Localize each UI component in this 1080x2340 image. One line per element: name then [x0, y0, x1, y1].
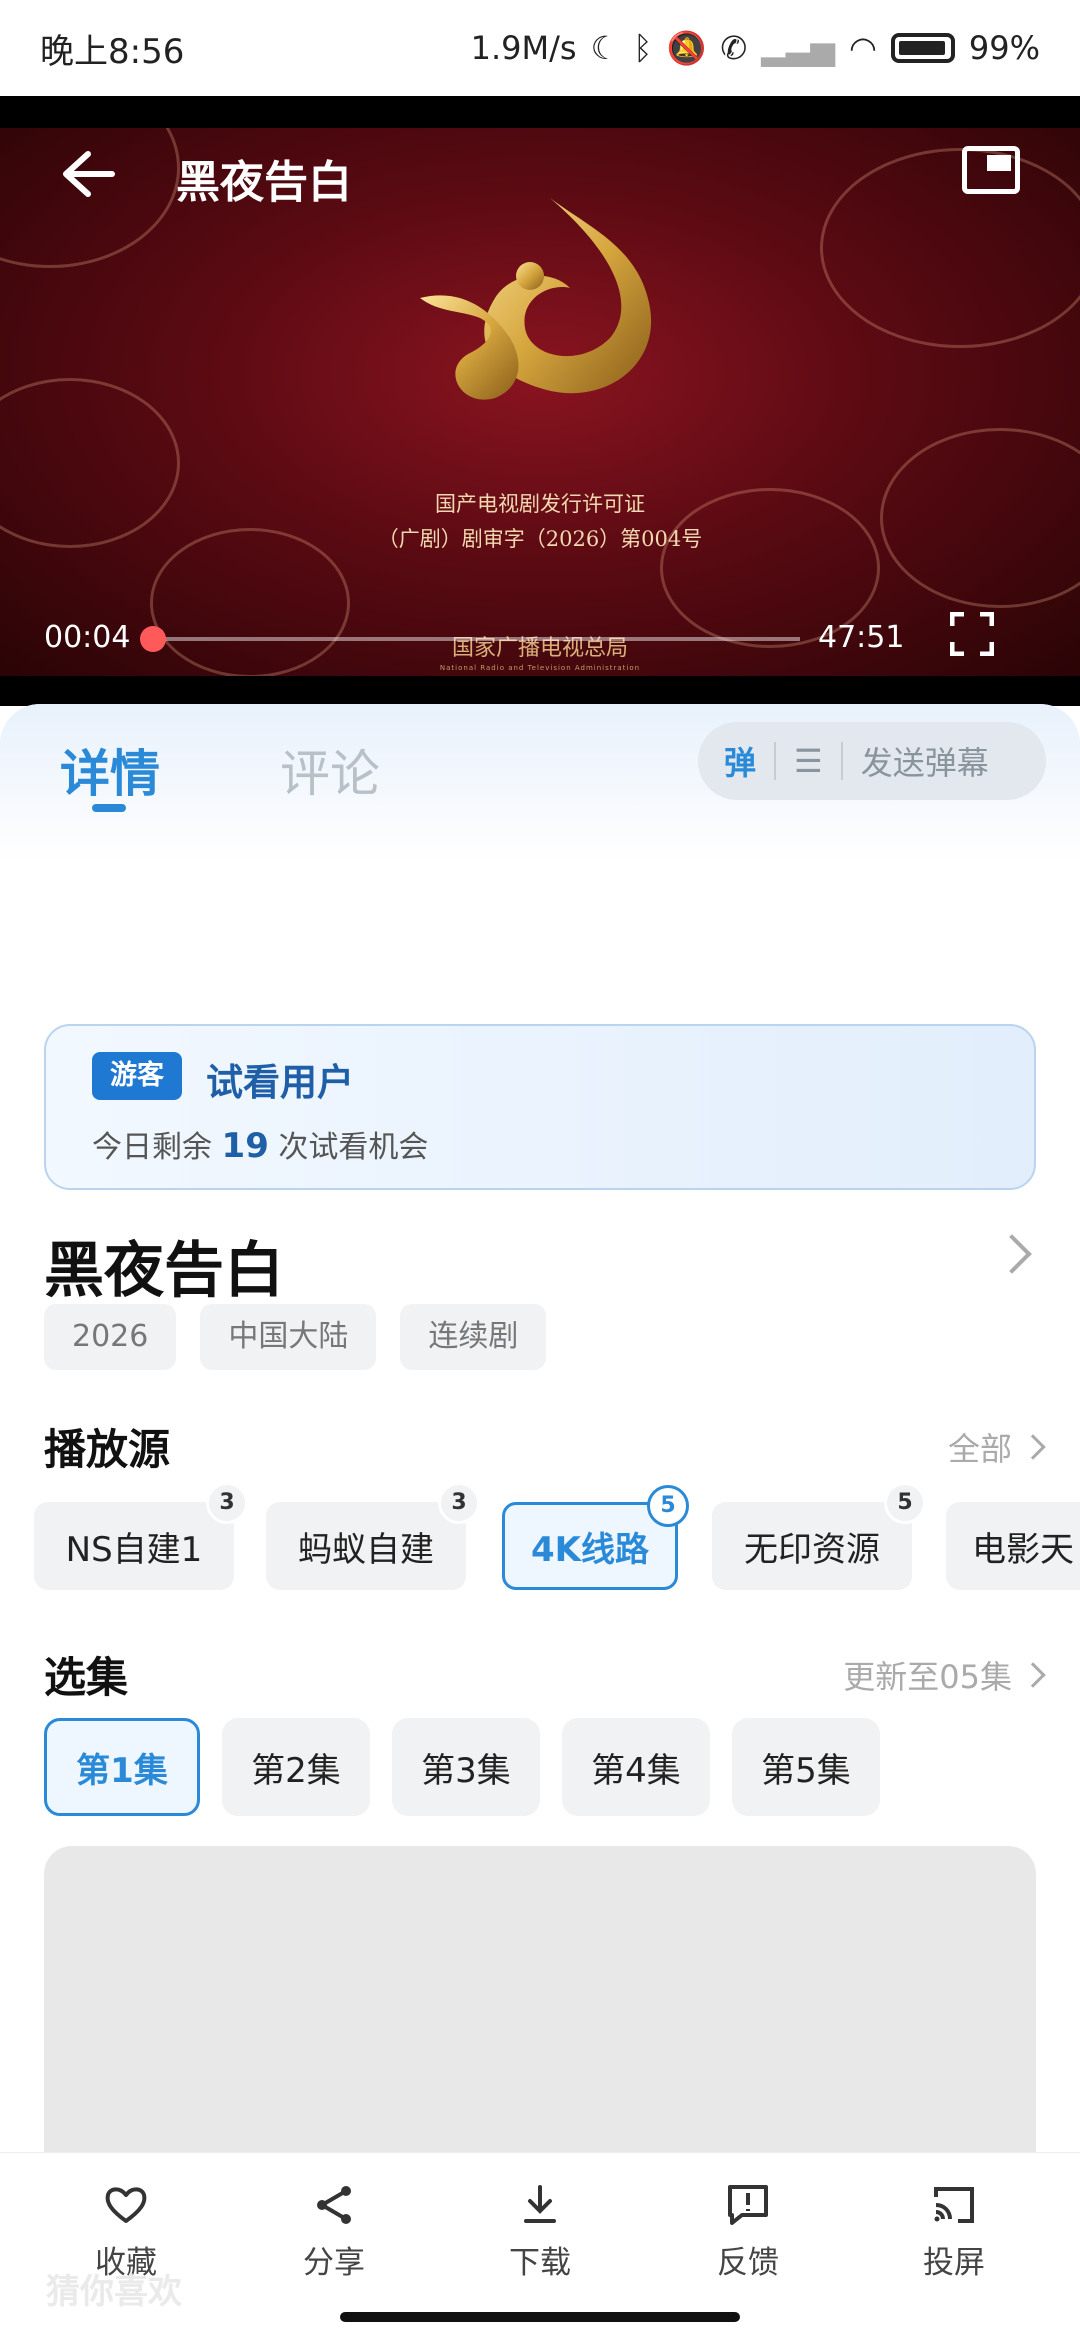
sources-heading: 播放源 — [44, 1425, 171, 1474]
divider — [840, 742, 843, 780]
trial-count: 19 — [221, 1126, 269, 1166]
share-button[interactable]: 分享 — [264, 2181, 404, 2282]
cast-label: 投屏 — [923, 2245, 985, 2281]
episode-list: 第1集 第2集 第3集 第4集 第5集 — [44, 1718, 880, 1816]
feedback-button[interactable]: 反馈 — [678, 2181, 818, 2282]
episodes-heading: 选集 — [44, 1653, 129, 1702]
detail-panel: 详情 评论 弹 ☰ 发送弹幕 游客 试看用户 今日剩余 19 次试看机会 黑夜告… — [0, 704, 1080, 2340]
source-label: 电影天 — [972, 1529, 1074, 1570]
video-frame: 国产电视剧发行许可证 （广剧）剧审字（2026）第004号 国家广播电视总局 N… — [0, 128, 1080, 676]
download-button[interactable]: 下载 — [470, 2181, 610, 2282]
tag-type: 连续剧 — [400, 1304, 547, 1370]
player-title: 黑夜告白 — [176, 157, 352, 208]
chevron-right-icon — [1020, 1434, 1046, 1460]
episodes-update-label: 更新至05集 — [843, 1658, 1012, 1696]
download-icon — [524, 2185, 556, 2223]
source-item[interactable]: NS自建1 3 — [34, 1482, 248, 1590]
trial-card: 游客 试看用户 今日剩余 19 次试看机会 — [44, 1024, 1036, 1190]
license-line-1: 国产电视剧发行许可证 — [435, 492, 645, 516]
current-time: 00:04 — [44, 620, 131, 655]
battery-percent: 99% — [968, 29, 1040, 67]
tab-indicator — [92, 804, 126, 812]
picture-in-picture-icon[interactable] — [962, 146, 1020, 194]
battery-icon — [890, 33, 955, 63]
feedback-icon — [728, 2185, 768, 2225]
danmaku-bar: 弹 ☰ 发送弹幕 — [698, 722, 1046, 800]
video-player[interactable]: 国产电视剧发行许可证 （广剧）剧审字（2026）第004号 国家广播电视总局 N… — [0, 96, 1080, 706]
trial-prefix: 今日剩余 — [92, 1130, 212, 1165]
status-bar: 晚上8:56 1.9M/s ☾ ᛒ 🔕 ✆ ▂▃▅ ◠ 99% — [0, 0, 1080, 96]
bureau-name-en: National Radio and Television Administra… — [439, 664, 641, 672]
call-icon: ✆ — [720, 29, 748, 67]
progress-knob[interactable] — [139, 626, 166, 652]
source-item[interactable]: 蚂蚁自建 3 — [266, 1482, 480, 1590]
tab-comments[interactable]: 评论 — [280, 734, 380, 806]
divider — [774, 742, 777, 780]
moon-icon: ☾ — [590, 29, 620, 67]
heart-icon — [105, 2187, 147, 2223]
trial-user-label: 试看用户 — [206, 1061, 354, 1104]
source-list: NS自建1 3 蚂蚁自建 3 4K线路 5 无印资源 5 电影天 — [0, 1482, 1080, 1592]
episode-item[interactable]: 第5集 — [732, 1718, 880, 1816]
bluetooth-icon: ᛒ — [633, 29, 653, 67]
license-line-2: （广剧）剧审字（2026）第004号 — [377, 527, 703, 551]
source-item-selected[interactable]: 4K线路 5 — [502, 1485, 689, 1590]
cloud-pattern — [880, 428, 1080, 608]
episode-item-selected[interactable]: 第1集 — [44, 1718, 200, 1816]
back-arrow-icon[interactable] — [58, 148, 118, 200]
feedback-label: 反馈 — [717, 2245, 779, 2281]
trial-suffix: 次试看机会 — [278, 1130, 429, 1165]
trial-remaining: 今日剩余 19 次试看机会 — [92, 1122, 428, 1166]
signal-icon: ▂▃▅ — [761, 29, 835, 67]
progress-bar[interactable] — [152, 637, 800, 641]
source-count-badge: 5 — [647, 1485, 689, 1527]
status-icons: 1.9M/s ☾ ᛒ 🔕 ✆ ▂▃▅ ◠ 99% — [471, 29, 1040, 67]
source-item[interactable]: 无印资源 5 — [712, 1482, 926, 1590]
source-count-badge: 3 — [206, 1482, 248, 1524]
episode-item[interactable]: 第2集 — [222, 1718, 370, 1816]
duration: 47:51 — [818, 620, 905, 655]
episode-item[interactable]: 第4集 — [562, 1718, 710, 1816]
cast-button[interactable]: 投屏 — [884, 2181, 1024, 2282]
fullscreen-icon[interactable] — [950, 612, 994, 656]
tag-region: 中国大陆 — [200, 1304, 377, 1370]
source-label: NS自建1 — [65, 1529, 203, 1570]
source-label: 无印资源 — [744, 1529, 880, 1570]
source-label: 4K线路 — [530, 1529, 649, 1570]
sources-more-label: 全部 — [947, 1430, 1012, 1468]
share-label: 分享 — [303, 2245, 365, 2281]
chevron-right-icon[interactable] — [992, 1234, 1032, 1274]
tag-year: 2026 — [44, 1304, 177, 1370]
download-label: 下载 — [509, 2245, 571, 2281]
cloud-pattern — [820, 148, 1080, 348]
drama-title: 黑夜告白 — [44, 1236, 284, 1306]
home-indicator[interactable] — [340, 2312, 740, 2322]
episodes-more-link[interactable]: 更新至05集 — [843, 1652, 1046, 1698]
source-count-badge: 5 — [884, 1482, 926, 1524]
chevron-right-icon — [1020, 1662, 1046, 1688]
tag-list: 2026 中国大陆 连续剧 — [44, 1304, 547, 1370]
mute-bell-icon: 🔕 — [666, 29, 707, 67]
wifi-icon: ◠ — [848, 29, 877, 67]
status-time: 晚上8:56 — [40, 31, 185, 72]
net-speed: 1.9M/s — [470, 29, 577, 67]
danmaku-settings-icon[interactable]: ☰ — [794, 742, 823, 780]
emblem-logo — [420, 198, 652, 400]
source-label: 蚂蚁自建 — [298, 1529, 434, 1570]
episode-item[interactable]: 第3集 — [392, 1718, 540, 1816]
send-danmaku-input[interactable]: 发送弹幕 — [861, 738, 989, 784]
sources-more-link[interactable]: 全部 — [947, 1424, 1046, 1470]
cast-icon — [934, 2187, 974, 2223]
guest-badge: 游客 — [92, 1052, 182, 1100]
section-heading-obscured: 猜你喜欢 — [46, 2272, 182, 2312]
share-icon — [317, 2186, 351, 2224]
source-count-badge: 3 — [438, 1482, 480, 1524]
tab-details[interactable]: 详情 — [60, 734, 160, 806]
source-item[interactable]: 电影天 — [946, 1502, 1080, 1590]
danmaku-toggle-button[interactable]: 弹 — [724, 738, 756, 784]
